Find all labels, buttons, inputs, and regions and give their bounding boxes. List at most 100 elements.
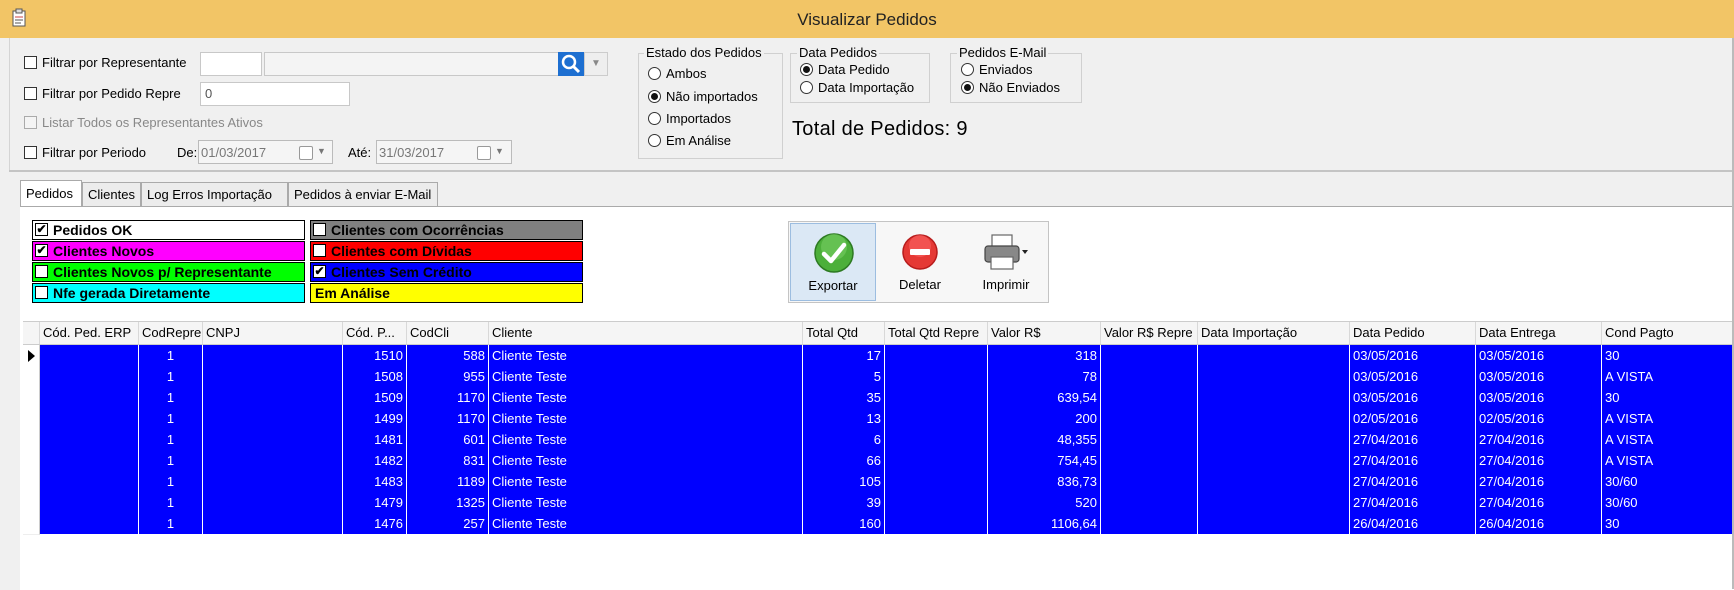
chevron-down-icon[interactable]: ▼ xyxy=(584,52,608,76)
cell-cond-pagto[interactable]: 30 xyxy=(1602,513,1734,535)
cell-cnpj[interactable] xyxy=(203,513,343,535)
table-row[interactable]: 1 1479 1325 Cliente Teste 39 520 27/04/2016 27/… xyxy=(40,492,1734,514)
cell-cod-ped-erp[interactable] xyxy=(40,345,139,367)
col-header-cnpj[interactable]: CNPJ xyxy=(203,322,343,344)
cell-total-qtd[interactable]: 17 xyxy=(803,345,885,367)
table-row[interactable]: 1 1476 257 Cliente Teste 160 1106,64 26/04/201… xyxy=(40,513,1734,535)
col-header-valor-repre[interactable]: Valor R$ Repre xyxy=(1101,322,1198,344)
ate-date-picker[interactable]: 31/03/2017 ▼ xyxy=(376,140,512,164)
imprimir-button[interactable]: Imprimir xyxy=(964,223,1048,301)
radio-data-pedido[interactable] xyxy=(800,63,813,76)
cell-valor-repre[interactable] xyxy=(1101,408,1198,430)
cell-cod-ped-erp[interactable] xyxy=(40,492,139,514)
cell-cnpj[interactable] xyxy=(203,366,343,388)
filter-periodo-checkbox[interactable] xyxy=(24,146,37,159)
pedido-repre-input[interactable]: 0 xyxy=(200,82,350,106)
cell-valor[interactable]: 1106,64 xyxy=(988,513,1101,535)
cell-cod-ped-erp[interactable] xyxy=(40,513,139,535)
cell-data-pedido[interactable]: 02/05/2016 xyxy=(1350,408,1476,430)
cell-cod-p[interactable]: 1476 xyxy=(343,513,407,535)
cell-cliente[interactable]: Cliente Teste xyxy=(489,387,803,409)
cell-data-importacao[interactable] xyxy=(1198,471,1350,493)
table-row[interactable]: 1 1509 1170 Cliente Teste 35 639,54 03/05/2016… xyxy=(40,387,1734,409)
radio-ambos[interactable] xyxy=(648,67,661,80)
deletar-button[interactable]: Deletar xyxy=(877,223,963,301)
col-header-cond-pagto[interactable]: Cond Pagto xyxy=(1602,322,1734,344)
legend-clientes-sem-credito-checkbox[interactable]: ✔ xyxy=(313,265,326,278)
cell-valor-repre[interactable] xyxy=(1101,513,1198,535)
cell-codrepre[interactable]: 1 xyxy=(139,471,203,493)
cell-data-importacao[interactable] xyxy=(1198,450,1350,472)
cell-cond-pagto[interactable]: A VISTA xyxy=(1602,450,1734,472)
representante-code-input[interactable] xyxy=(200,52,262,76)
col-header-total-qtd-repre[interactable]: Total Qtd Repre xyxy=(885,322,988,344)
radio-enviados[interactable] xyxy=(961,63,974,76)
cell-total-qtd[interactable]: 13 xyxy=(803,408,885,430)
row-selector[interactable] xyxy=(23,513,40,535)
cell-cnpj[interactable] xyxy=(203,450,343,472)
cell-data-entrega[interactable]: 27/04/2016 xyxy=(1476,450,1602,472)
cell-valor[interactable]: 754,45 xyxy=(988,450,1101,472)
cell-data-importacao[interactable] xyxy=(1198,408,1350,430)
cell-valor[interactable]: 200 xyxy=(988,408,1101,430)
cell-total-qtd-repre[interactable] xyxy=(885,471,988,493)
cell-cnpj[interactable] xyxy=(203,408,343,430)
cell-cliente[interactable]: Cliente Teste xyxy=(489,366,803,388)
cell-total-qtd[interactable]: 66 xyxy=(803,450,885,472)
cell-cod-p[interactable]: 1508 xyxy=(343,366,407,388)
cell-data-pedido[interactable]: 27/04/2016 xyxy=(1350,471,1476,493)
cell-valor[interactable]: 48,355 xyxy=(988,429,1101,451)
row-selector[interactable] xyxy=(23,408,40,430)
cell-cliente[interactable]: Cliente Teste xyxy=(489,345,803,367)
cell-data-pedido[interactable]: 26/04/2016 xyxy=(1350,513,1476,535)
cell-cond-pagto[interactable]: 30 xyxy=(1602,345,1734,367)
cell-data-importacao[interactable] xyxy=(1198,513,1350,535)
col-header-codcli[interactable]: CodCli xyxy=(407,322,489,344)
radio-nao-importados[interactable] xyxy=(648,90,661,103)
exportar-button[interactable]: Exportar xyxy=(790,223,876,301)
radio-data-importacao[interactable] xyxy=(800,81,813,94)
tab-pedidos[interactable]: Pedidos xyxy=(20,180,82,208)
cell-cod-ped-erp[interactable] xyxy=(40,366,139,388)
cell-total-qtd[interactable]: 105 xyxy=(803,471,885,493)
cell-cliente[interactable]: Cliente Teste xyxy=(489,471,803,493)
cell-cnpj[interactable] xyxy=(203,387,343,409)
cell-data-pedido[interactable]: 03/05/2016 xyxy=(1350,387,1476,409)
cell-codrepre[interactable]: 1 xyxy=(139,345,203,367)
row-selector[interactable] xyxy=(23,366,40,388)
cell-valor[interactable]: 520 xyxy=(988,492,1101,514)
table-row[interactable]: 1 1481 601 Cliente Teste 6 48,355 27/04/2016 27… xyxy=(40,429,1734,451)
cell-total-qtd-repre[interactable] xyxy=(885,429,988,451)
cell-cliente[interactable]: Cliente Teste xyxy=(489,513,803,535)
representante-name-input[interactable] xyxy=(264,52,560,76)
cell-total-qtd[interactable]: 160 xyxy=(803,513,885,535)
cell-total-qtd[interactable]: 35 xyxy=(803,387,885,409)
cell-codcli[interactable]: 257 xyxy=(407,513,489,535)
cell-data-pedido[interactable]: 27/04/2016 xyxy=(1350,429,1476,451)
legend-pedidos-ok-checkbox[interactable]: ✔ xyxy=(35,223,48,236)
cell-cliente[interactable]: Cliente Teste xyxy=(489,408,803,430)
cell-data-entrega[interactable]: 03/05/2016 xyxy=(1476,387,1602,409)
cell-data-pedido[interactable]: 27/04/2016 xyxy=(1350,450,1476,472)
cell-data-pedido[interactable]: 03/05/2016 xyxy=(1350,366,1476,388)
cell-cod-ped-erp[interactable] xyxy=(40,408,139,430)
cell-data-entrega[interactable]: 27/04/2016 xyxy=(1476,429,1602,451)
cell-cond-pagto[interactable]: 30 xyxy=(1602,387,1734,409)
legend-clientes-novos-representante-checkbox[interactable] xyxy=(35,265,48,278)
col-header-total-qtd[interactable]: Total Qtd xyxy=(803,322,885,344)
cell-valor[interactable]: 639,54 xyxy=(988,387,1101,409)
table-row[interactable]: 1 1483 1189 Cliente Teste 105 836,73 27/04/201… xyxy=(40,471,1734,493)
cell-valor-repre[interactable] xyxy=(1101,429,1198,451)
col-header-cod-ped-erp[interactable]: Cód. Ped. ERP xyxy=(40,322,139,344)
filter-representante-checkbox[interactable] xyxy=(24,56,37,69)
cell-valor-repre[interactable] xyxy=(1101,450,1198,472)
cell-codcli[interactable]: 955 xyxy=(407,366,489,388)
cell-data-pedido[interactable]: 03/05/2016 xyxy=(1350,345,1476,367)
cell-cnpj[interactable] xyxy=(203,429,343,451)
tab-log-erros-importacao[interactable]: Log Erros Importação xyxy=(141,182,288,206)
cell-valor[interactable]: 78 xyxy=(988,366,1101,388)
cell-cod-ped-erp[interactable] xyxy=(40,450,139,472)
cell-cod-p[interactable]: 1479 xyxy=(343,492,407,514)
cell-codcli[interactable]: 588 xyxy=(407,345,489,367)
de-date-picker[interactable]: 01/03/2017 ▼ xyxy=(198,140,333,164)
